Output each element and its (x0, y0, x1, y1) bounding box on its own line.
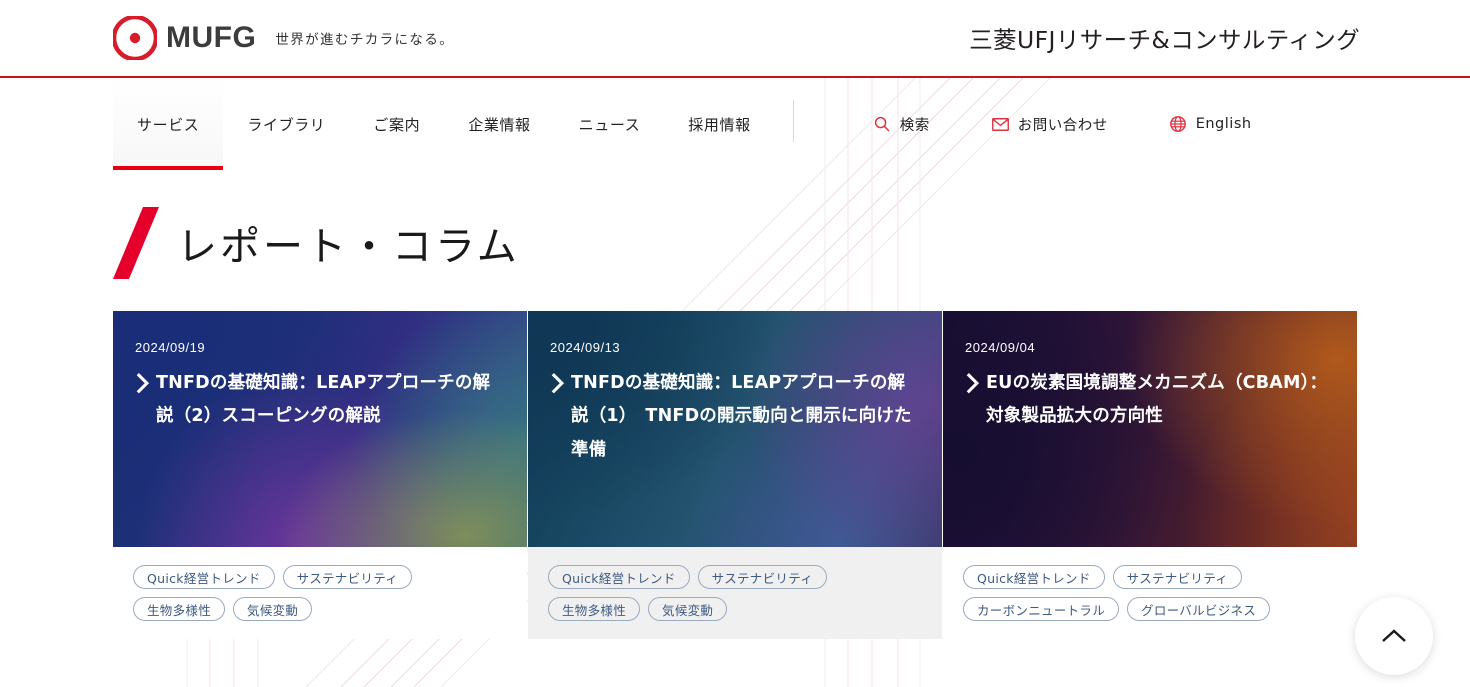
main-navigation: サービス ライブラリ ご案内 企業情報 ニュース 採用情報 検索 お問い合わせ … (0, 78, 1470, 170)
card-hero-image: 2024/09/19 TNFDの基礎知識：LEAPアプローチの解説（2）スコーピ… (113, 311, 527, 547)
nav-item-label: ニュース (578, 115, 641, 134)
report-card-list: 2024/09/19 TNFDの基礎知識：LEAPアプローチの解説（2）スコーピ… (113, 311, 1357, 639)
tag-chip[interactable]: Quick経営トレンド (963, 565, 1105, 589)
red-slash-accent-icon (113, 207, 159, 279)
mail-icon (991, 116, 1009, 133)
mufg-tagline: 世界が進むチカラになる。 (275, 32, 455, 48)
card-hero-image: 2024/09/13 TNFDの基礎知識：LEAPアプローチの解説（1） TNF… (528, 311, 942, 547)
nav-item-library[interactable]: ライブラリ (223, 78, 349, 170)
nav-divider (792, 100, 794, 142)
tag-chip[interactable]: Quick経営トレンド (548, 565, 690, 589)
page-title-row: レポート・コラム (113, 204, 1470, 282)
card-date: 2024/09/13 (550, 340, 621, 355)
brand-logo-group[interactable]: MUFG 世界が進むチカラになる。 (113, 16, 454, 60)
tag-chip[interactable]: 気候変動 (233, 597, 313, 621)
page-title: レポート・コラム (177, 224, 520, 270)
tag-chip[interactable]: サステナビリティ (697, 565, 828, 589)
mufg-target-logo-icon (113, 16, 157, 60)
nav-item-news[interactable]: ニュース (555, 78, 665, 170)
language-label: English (1195, 116, 1252, 132)
chevron-right-icon (551, 373, 564, 394)
card-tag-list: Quick経営トレンド サステナビリティ 生物多様性 気候変動 (113, 547, 527, 639)
card-title: TNFDの基礎知識：LEAPアプローチの解説（1） TNFDの開示動向と開示に向… (571, 373, 912, 460)
tag-chip[interactable]: グローバルビジネス (1127, 597, 1271, 621)
card-title: TNFDの基礎知識：LEAPアプローチの解説（2）スコーピングの解説 (156, 373, 491, 427)
company-name: 三菱UFJリサーチ&コンサルティング (969, 26, 1360, 54)
nav-items-group: サービス ライブラリ ご案内 企業情報 ニュース 採用情報 (113, 78, 775, 170)
card-date: 2024/09/19 (135, 340, 206, 355)
nav-item-corporate[interactable]: 企業情報 (444, 78, 554, 170)
nav-item-label: 採用情報 (688, 115, 751, 134)
search-button[interactable]: 検索 (874, 114, 930, 135)
report-card[interactable]: 2024/09/19 TNFDの基礎知識：LEAPアプローチの解説（2）スコーピ… (113, 311, 527, 639)
contact-button[interactable]: お問い合わせ (991, 114, 1108, 135)
nav-item-label: サービス (137, 115, 200, 134)
report-card[interactable]: 2024/09/13 TNFDの基礎知識：LEAPアプローチの解説（1） TNF… (528, 311, 942, 639)
mufg-wordmark: MUFG (166, 21, 257, 54)
card-hero-image: 2024/09/04 EUの炭素国境調整メカニズム（CBAM）：対象製品拡大の方… (943, 311, 1357, 547)
nav-item-label: ご案内 (373, 115, 421, 134)
globe-icon (1170, 116, 1187, 133)
report-card[interactable]: 2024/09/04 EUの炭素国境調整メカニズム（CBAM）：対象製品拡大の方… (943, 311, 1357, 639)
search-icon (874, 116, 891, 133)
contact-label: お問い合わせ (1017, 117, 1108, 134)
card-date: 2024/09/04 (965, 340, 1036, 355)
nav-item-guide[interactable]: ご案内 (349, 78, 444, 170)
card-tag-list: Quick経営トレンド サステナビリティ 生物多様性 気候変動 (528, 547, 942, 639)
chevron-right-icon (136, 373, 149, 394)
nav-utility-group: 検索 お問い合わせ English (874, 78, 1252, 170)
search-label: 検索 (899, 117, 930, 134)
nav-item-recruit[interactable]: 採用情報 (664, 78, 774, 170)
tag-chip[interactable]: Quick経営トレンド (133, 565, 275, 589)
tag-chip[interactable]: 生物多様性 (548, 597, 641, 621)
card-tag-list: Quick経営トレンド サステナビリティ カーボンニュートラル グローバルビジネ… (943, 547, 1357, 639)
nav-item-services[interactable]: サービス (113, 78, 224, 170)
language-button[interactable]: English (1170, 116, 1252, 133)
tag-chip[interactable]: カーボンニュートラル (963, 597, 1120, 621)
tag-chip[interactable]: サステナビリティ (1112, 565, 1243, 589)
site-header: MUFG 世界が進むチカラになる。 三菱UFJリサーチ&コンサルティング (0, 0, 1470, 78)
chevron-right-icon (966, 373, 979, 394)
nav-item-label: ライブラリ (247, 115, 326, 134)
tag-chip[interactable]: 気候変動 (648, 597, 728, 621)
nav-item-label: 企業情報 (468, 115, 531, 134)
card-title: EUの炭素国境調整メカニズム（CBAM）：対象製品拡大の方向性 (986, 373, 1328, 427)
chevron-up-icon (1382, 629, 1406, 642)
tag-chip[interactable]: 生物多様性 (133, 597, 226, 621)
scroll-to-top-button[interactable] (1355, 597, 1433, 675)
tag-chip[interactable]: サステナビリティ (282, 565, 413, 589)
